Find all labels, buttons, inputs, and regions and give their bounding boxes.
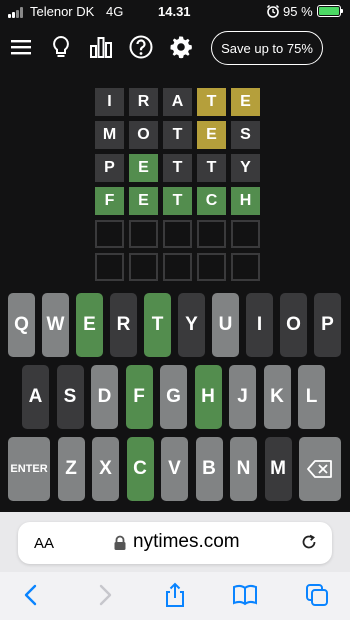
save-button-label: Save up to 75%	[221, 40, 313, 56]
key-e[interactable]: E	[76, 293, 103, 357]
key-j[interactable]: J	[229, 365, 256, 429]
key-q[interactable]: Q	[8, 293, 35, 357]
carrier-name: Telenor DK	[30, 4, 95, 19]
board-row	[95, 253, 265, 281]
browser-toolbar	[0, 572, 350, 620]
key-i[interactable]: I	[246, 293, 273, 357]
letter-tile: T	[163, 187, 192, 215]
tabs-icon[interactable]	[304, 582, 330, 608]
letter-tile: T	[163, 154, 192, 182]
lightbulb-icon[interactable]	[48, 34, 74, 60]
board-row	[95, 220, 265, 248]
alarm-icon	[266, 4, 280, 18]
lock-icon	[114, 535, 126, 550]
help-icon[interactable]	[128, 34, 154, 60]
key-z[interactable]: Z	[57, 437, 85, 501]
letter-tile: A	[163, 88, 192, 116]
browser-address-bar: AA nytimes.com	[0, 512, 350, 572]
signal-icon	[8, 7, 26, 18]
url-domain: nytimes.com	[133, 531, 240, 552]
letter-tile: I	[95, 88, 124, 116]
backspace-icon	[307, 460, 332, 478]
board-row: FETCH	[95, 187, 265, 215]
letter-tile: O	[129, 121, 158, 149]
letter-tile: E	[197, 121, 226, 149]
key-backspace[interactable]	[299, 437, 341, 501]
share-icon[interactable]	[162, 582, 188, 608]
key-d[interactable]: D	[91, 365, 118, 429]
forward-icon[interactable]	[91, 582, 117, 608]
board-row: IRATE	[95, 88, 265, 116]
key-y[interactable]: Y	[178, 293, 205, 357]
board-row: PETTY	[95, 154, 265, 182]
key-u[interactable]: U	[212, 293, 239, 357]
key-enter[interactable]: ENTER	[8, 437, 50, 501]
key-o[interactable]: O	[280, 293, 307, 357]
game-header: Save up to 75%	[0, 24, 350, 74]
letter-tile: T	[197, 154, 226, 182]
key-s[interactable]: S	[56, 365, 84, 429]
key-a[interactable]: A	[22, 365, 49, 429]
letter-tile: M	[95, 121, 124, 149]
letter-tile: P	[95, 154, 124, 182]
letter-tile: T	[163, 121, 192, 149]
bookmarks-icon[interactable]	[232, 582, 258, 608]
settings-icon[interactable]	[168, 34, 194, 60]
board-row: MOTES	[95, 121, 265, 149]
key-g[interactable]: G	[160, 365, 187, 429]
game-board: IRATEMOTESPETTYFETCH	[95, 88, 265, 286]
key-w[interactable]: W	[42, 293, 69, 357]
key-f[interactable]: F	[125, 365, 153, 429]
letter-tile	[163, 220, 192, 248]
letter-tile	[129, 220, 158, 248]
battery-percent: 95 %	[283, 4, 313, 19]
letter-tile: C	[197, 187, 226, 215]
key-v[interactable]: V	[161, 437, 188, 501]
letter-tile	[197, 220, 226, 248]
letter-tile: T	[197, 88, 226, 116]
letter-tile: Y	[231, 154, 260, 182]
url-field[interactable]: AA nytimes.com	[18, 522, 332, 564]
menu-icon[interactable]	[8, 34, 34, 60]
letter-tile: F	[95, 187, 124, 215]
letter-tile	[95, 253, 124, 281]
letter-tile: E	[129, 154, 158, 182]
letter-tile	[197, 253, 226, 281]
back-icon[interactable]	[19, 582, 45, 608]
letter-tile	[163, 253, 192, 281]
letter-tile: R	[129, 88, 158, 116]
letter-tile	[231, 220, 260, 248]
letter-tile	[129, 253, 158, 281]
stats-icon[interactable]	[88, 34, 114, 60]
letter-tile	[95, 220, 124, 248]
network-type: 4G	[106, 4, 124, 19]
key-c[interactable]: C	[126, 437, 154, 501]
letter-tile: E	[129, 187, 158, 215]
key-k[interactable]: K	[263, 365, 291, 429]
key-n[interactable]: N	[230, 437, 257, 501]
letter-tile	[231, 253, 260, 281]
text-size-button[interactable]: AA	[34, 535, 54, 552]
clock-time: 14.31	[158, 4, 191, 19]
key-r[interactable]: R	[110, 293, 137, 357]
letter-tile: S	[231, 121, 260, 149]
letter-tile: E	[231, 88, 260, 116]
key-x[interactable]: X	[92, 437, 119, 501]
reload-icon[interactable]	[299, 532, 319, 552]
key-p[interactable]: P	[314, 293, 341, 357]
save-subscription-button[interactable]: Save up to 75%	[211, 31, 323, 65]
status-bar: Telenor DK 4G 14.31 95 %	[0, 0, 350, 24]
letter-tile: H	[231, 187, 260, 215]
battery-icon	[317, 5, 343, 17]
key-l[interactable]: L	[298, 365, 325, 429]
key-h[interactable]: H	[194, 365, 222, 429]
key-b[interactable]: B	[195, 437, 223, 501]
key-t[interactable]: T	[144, 293, 171, 357]
key-m[interactable]: M	[264, 437, 292, 501]
